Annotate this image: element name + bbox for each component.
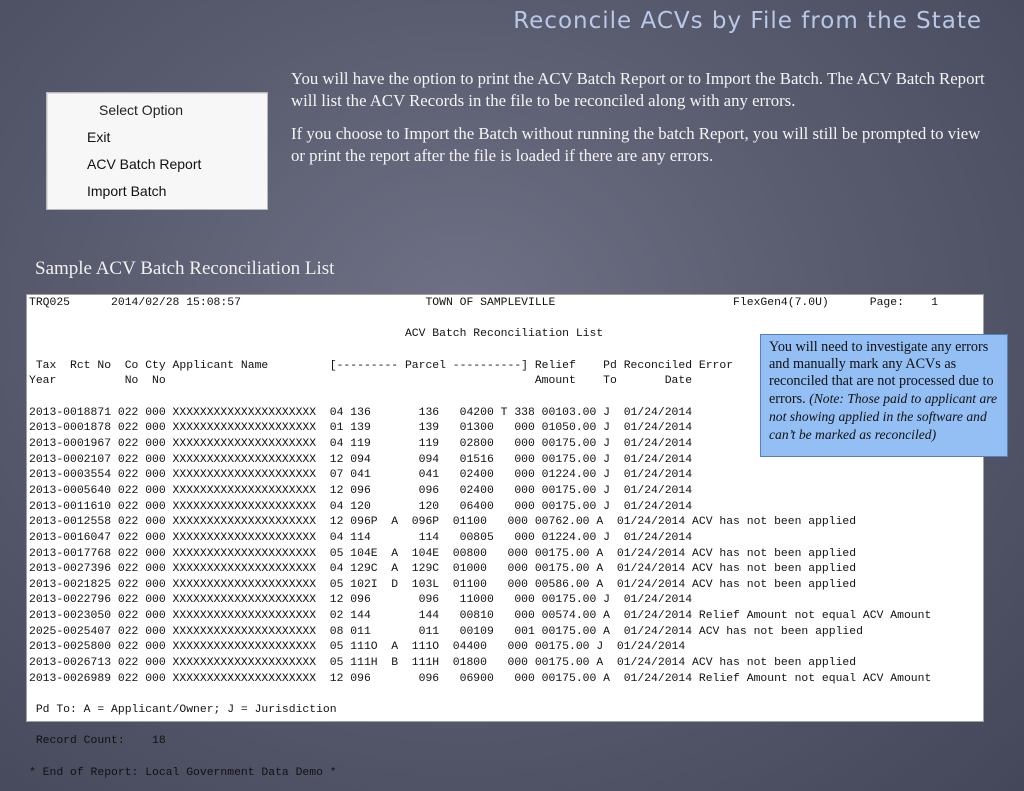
- section-title: Sample ACV Batch Reconciliation List: [35, 258, 335, 279]
- report-row: 2013-0016047 022 000 XXXXXXXXXXXXXXXXXXX…: [29, 531, 693, 544]
- description-text: You will have the option to print the AC…: [291, 68, 996, 178]
- callout-note: You will need to investigate any errors …: [760, 334, 1008, 457]
- report-row: 2013-0027396 022 000 XXXXXXXXXXXXXXXXXXX…: [29, 563, 857, 576]
- slide-title: Reconcile ACVs by File from the State: [513, 8, 982, 34]
- report-blank-line: [27, 718, 983, 734]
- report-row: 2013-0022796 022 000 XXXXXXXXXXXXXXXXXXX…: [29, 594, 693, 607]
- report-row: 2013-0017768 022 000 XXXXXXXXXXXXXXXXXXX…: [29, 547, 857, 560]
- report-record-count: Record Count: 18: [29, 735, 166, 748]
- menu-item-exit[interactable]: Exit: [87, 129, 110, 145]
- report-blank-line: [27, 686, 983, 702]
- select-option-menu: Select Option Exit ACV Batch Report Impo…: [46, 92, 268, 210]
- report-header-line-1: TRQ025 2014/02/28 15:08:57 TOWN OF SAMPL…: [29, 297, 939, 309]
- report-row: 2025-0025407 022 000 XXXXXXXXXXXXXXXXXXX…: [29, 625, 863, 638]
- report-row: 2013-0025800 022 000 XXXXXXXXXXXXXXXXXXX…: [29, 641, 686, 654]
- report-row: 2013-0012558 022 000 XXXXXXXXXXXXXXXXXXX…: [29, 516, 857, 529]
- report-row: 2013-0011610 022 000 XXXXXXXXXXXXXXXXXXX…: [29, 500, 693, 513]
- report-row: 2013-0021825 022 000 XXXXXXXXXXXXXXXXXXX…: [29, 578, 857, 591]
- report-legend: Pd To: A = Applicant/Owner; J = Jurisdic…: [29, 704, 337, 717]
- report-row: 2013-0026713 022 000 XXXXXXXXXXXXXXXXXXX…: [29, 657, 857, 670]
- report-row: 2013-0003554 022 000 XXXXXXXXXXXXXXXXXXX…: [29, 469, 693, 482]
- report-blank-line: [27, 749, 983, 765]
- description-paragraph-2: If you choose to Import the Batch withou…: [291, 124, 981, 165]
- description-paragraph-1: You will have the option to print the AC…: [291, 69, 985, 110]
- menu-item-import-batch[interactable]: Import Batch: [87, 183, 166, 199]
- menu-header: Select Option: [99, 102, 184, 118]
- report-row: 2013-0005640 022 000 XXXXXXXXXXXXXXXXXXX…: [29, 484, 693, 497]
- menu-item-acv-batch-report[interactable]: ACV Batch Report: [87, 156, 201, 172]
- report-end-line: * End of Report: Local Government Data D…: [29, 766, 337, 779]
- report-blank-line: [27, 311, 983, 327]
- report-row: 2013-0026989 022 000 XXXXXXXXXXXXXXXXXXX…: [29, 672, 932, 685]
- report-row: 2013-0023050 022 000 XXXXXXXXXXXXXXXXXXX…: [29, 610, 932, 623]
